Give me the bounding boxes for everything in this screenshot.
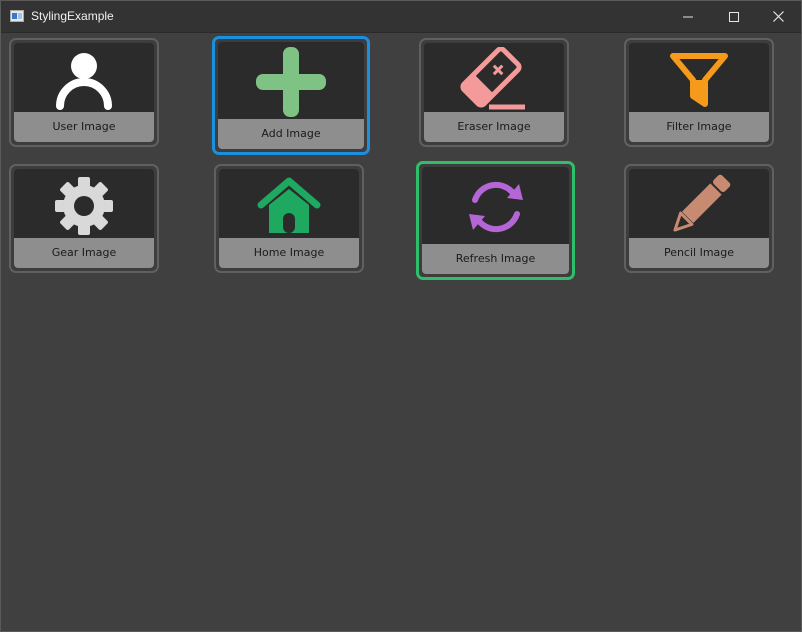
pencil-icon <box>673 174 731 232</box>
filter-icon <box>670 52 728 107</box>
tile-pencil-inner: Pencil Image <box>629 169 769 268</box>
tile-label: Eraser Image <box>424 112 564 142</box>
tile-gear[interactable]: Gear Image <box>9 164 159 273</box>
tile-filter-inner: Filter Image <box>629 43 769 142</box>
tile-eraser-inner: Eraser Image <box>424 43 564 142</box>
gear-icon <box>55 176 113 235</box>
tile-refresh[interactable]: Refresh Image <box>416 161 575 280</box>
tile-filter[interactable]: Filter Image <box>624 38 774 147</box>
tile-user[interactable]: User Image <box>9 38 159 147</box>
tile-label: Pencil Image <box>629 238 769 268</box>
tile-eraser[interactable]: Eraser Image <box>419 38 569 147</box>
tile-add[interactable]: Add Image <box>212 36 370 155</box>
home-icon <box>257 177 321 233</box>
tile-label: Home Image <box>219 238 359 268</box>
tile-add-icon-area <box>218 42 364 122</box>
tile-pencil[interactable]: Pencil Image <box>624 164 774 273</box>
app-window: StylingExample User Image Add Image Eras… <box>0 0 802 632</box>
tile-gear-icon-area <box>14 169 154 242</box>
user-icon <box>56 52 112 110</box>
tile-user-icon-area <box>14 43 154 116</box>
eraser-icon <box>460 46 525 109</box>
tile-label: User Image <box>14 112 154 142</box>
minimize-button[interactable] <box>665 1 711 32</box>
tile-pencil-icon-area <box>629 169 769 242</box>
tile-label: Add Image <box>218 119 364 149</box>
window-title: StylingExample <box>31 9 114 23</box>
tile-label: Gear Image <box>14 238 154 268</box>
maximize-button[interactable] <box>711 1 757 32</box>
close-icon <box>772 11 784 22</box>
maximize-icon <box>729 11 739 22</box>
tile-home[interactable]: Home Image <box>214 164 364 273</box>
refresh-icon <box>468 181 523 233</box>
tile-eraser-icon-area <box>424 43 564 116</box>
title-bar[interactable]: StylingExample <box>1 1 801 33</box>
tile-label: Filter Image <box>629 112 769 142</box>
tile-home-icon-area <box>219 169 359 242</box>
tile-home-inner: Home Image <box>219 169 359 268</box>
tile-refresh-inner: Refresh Image <box>422 167 569 274</box>
close-button[interactable] <box>755 1 801 32</box>
app-icon <box>10 10 24 22</box>
tile-label: Refresh Image <box>422 244 569 274</box>
tile-add-inner: Add Image <box>218 42 364 149</box>
tile-gear-inner: Gear Image <box>14 169 154 268</box>
tile-refresh-icon-area <box>422 167 569 247</box>
tile-filter-icon-area <box>629 43 769 116</box>
minimize-icon <box>683 16 693 17</box>
tile-user-inner: User Image <box>14 43 154 142</box>
plus-icon <box>256 47 326 117</box>
